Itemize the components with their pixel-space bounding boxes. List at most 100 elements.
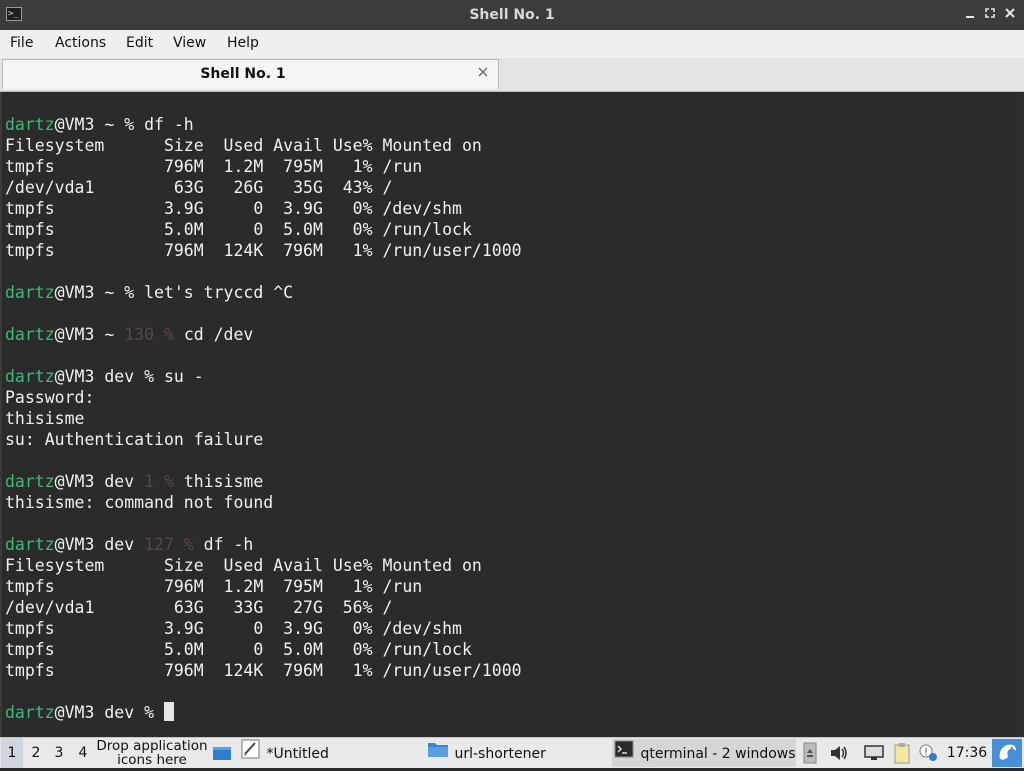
terminal-line: dartz@VM3 dev 127 % df -h [5, 534, 522, 555]
task-label-qterminal: qterminal - 2 windows [640, 746, 796, 762]
terminal-line: /dev/vda1 63G 26G 35G 43% / [5, 177, 522, 198]
tab-shell-1[interactable]: Shell No. 1 [2, 59, 499, 89]
prompt-user: dartz [5, 535, 55, 554]
task-untitled[interactable]: *Untitled [240, 739, 420, 767]
task-qterminal[interactable]: qterminal - 2 windows [612, 739, 796, 767]
svg-text:!: ! [924, 747, 928, 758]
terminal-line: dartz@VM3 ~ % df -h [5, 114, 522, 135]
menu-help[interactable]: Help [227, 30, 259, 58]
menu-actions[interactable]: Actions [55, 30, 106, 58]
terminal-text: /dev/vda1 63G 33G 27G 56% / [5, 598, 393, 617]
terminal-text: thisisme [5, 409, 85, 428]
menu-view[interactable]: View [173, 30, 206, 58]
prompt-user: dartz [5, 325, 55, 344]
terminal-line: dartz@VM3 dev % [5, 702, 522, 723]
workspace-3[interactable]: 3 [48, 738, 70, 768]
menu-file[interactable]: File [10, 30, 33, 58]
terminal-line: tmpfs 796M 1.2M 795M 1% /run [5, 576, 522, 597]
workspace-1[interactable]: 1 [1, 738, 23, 768]
terminal-text: tmpfs 5.0M 0 5.0M 0% /run/lock [5, 220, 472, 239]
lxqt-launcher-icon[interactable] [992, 739, 1022, 767]
close-icon[interactable] [1002, 6, 1018, 24]
terminal-text: thisisme: command not found [5, 493, 274, 512]
prompt-user: dartz [5, 115, 55, 134]
terminal-text: /dev/vda1 63G 26G 35G 43% / [5, 178, 393, 197]
terminal-text: Filesystem Size Used Avail Use% Mounted … [5, 136, 482, 155]
terminal-text: df -h [193, 535, 254, 554]
drop-text-line-1: Drop application [96, 738, 208, 754]
terminal-view[interactable]: dartz@VM3 ~ % df -h Filesystem Size Used … [0, 92, 1024, 737]
drop-text-line-2: icons here [117, 752, 187, 768]
menu-edit[interactable]: Edit [126, 30, 153, 58]
terminal-icon [612, 739, 636, 769]
terminal-text: tmpfs 796M 124K 796M 1% /run/user/1000 [5, 241, 522, 260]
terminal-line: tmpfs 796M 124K 796M 1% /run/user/1000 [5, 240, 522, 261]
maximize-icon[interactable] [982, 6, 998, 24]
terminal-line: tmpfs 3.9G 0 3.9G 0% /dev/shm [5, 198, 522, 219]
terminal-text: su: Authentication failure [5, 430, 264, 449]
terminal-text: @VM3 ~ % df -h [54, 115, 194, 134]
exit-code: 130 % [124, 325, 174, 344]
text-editor-icon [240, 739, 262, 769]
terminal-line: thisisme [5, 408, 522, 429]
prompt-user: dartz [5, 367, 55, 386]
terminal-text: thisisme [173, 472, 264, 491]
terminal-line: /dev/vda1 63G 33G 27G 56% / [5, 597, 522, 618]
workspace-4[interactable]: 4 [72, 738, 94, 768]
terminal-line: dartz@VM3 ~ % let's tryccd ^C [5, 282, 522, 303]
show-desktop-icon[interactable] [212, 738, 234, 768]
prompt-user: dartz [5, 472, 55, 491]
terminal-text: Filesystem Size Used Avail Use% Mounted … [5, 556, 482, 575]
terminal-text: @VM3 dev % su - [54, 367, 204, 386]
terminal-text: tmpfs 796M 1.2M 795M 1% /run [5, 157, 423, 176]
close-icon[interactable] [476, 65, 490, 81]
terminal-text: cd /dev [173, 325, 254, 344]
workspace-2[interactable]: 2 [25, 738, 47, 768]
terminal-cursor [163, 702, 174, 721]
task-label-url-shortener: url-shortener [454, 746, 546, 762]
window-title: Shell No. 1 [469, 7, 555, 23]
terminal-line: tmpfs 5.0M 0 5.0M 0% /run/lock [5, 639, 522, 660]
terminal-text: tmpfs 3.9G 0 3.9G 0% /dev/shm [5, 199, 462, 218]
folder-icon [426, 739, 450, 769]
terminal-line: dartz@VM3 dev % su - [5, 366, 522, 387]
taskbar: 1 2 3 4 Drop application icons here *Unt… [0, 737, 1024, 768]
terminal-text: @VM3 ~ [54, 325, 125, 344]
scrollbar[interactable] [1016, 92, 1024, 737]
eject-icon[interactable] [802, 738, 822, 768]
notification-icon[interactable]: ! [918, 738, 940, 768]
terminal-text: @VM3 ~ % let's tryccd ^C [54, 283, 294, 302]
terminal-line: Filesystem Size Used Avail Use% Mounted … [5, 135, 522, 156]
menubar: File Actions Edit View Help [0, 30, 1024, 58]
terminal-line: su: Authentication failure [5, 429, 522, 450]
terminal-line: dartz@VM3 dev 1 % thisisme [5, 471, 522, 492]
window-titlebar[interactable]: >_ Shell No. 1 [0, 0, 1024, 31]
exit-code: 1 % [144, 472, 174, 491]
clock[interactable]: 17:36 [944, 738, 990, 768]
terminal-line: Password: [5, 387, 522, 408]
exit-code: 127 % [144, 535, 194, 554]
terminal-line: tmpfs 796M 124K 796M 1% /run/user/1000 [5, 660, 522, 681]
prompt-user: dartz [5, 283, 55, 302]
volume-icon[interactable] [829, 738, 851, 768]
network-icon[interactable] [863, 738, 887, 768]
terminal-text: tmpfs 5.0M 0 5.0M 0% /run/lock [5, 640, 472, 659]
prompt-user: dartz [5, 703, 55, 722]
task-url-shortener[interactable]: url-shortener [426, 739, 606, 767]
terminal-text: @VM3 dev % [54, 703, 164, 722]
terminal-line: tmpfs 796M 1.2M 795M 1% /run [5, 156, 522, 177]
terminal-line: dartz@VM3 ~ 130 % cd /dev [5, 324, 522, 345]
terminal-line: tmpfs 3.9G 0 3.9G 0% /dev/shm [5, 618, 522, 639]
tab-bar: Shell No. 1 [0, 58, 1024, 92]
tab-label: Shell No. 1 [200, 66, 286, 82]
clipboard-icon[interactable] [892, 738, 914, 768]
quicklaunch-drop-area[interactable]: Drop application icons here [92, 738, 212, 768]
terminal-text: tmpfs 796M 1.2M 795M 1% /run [5, 577, 423, 596]
minimize-icon[interactable] [962, 6, 978, 24]
